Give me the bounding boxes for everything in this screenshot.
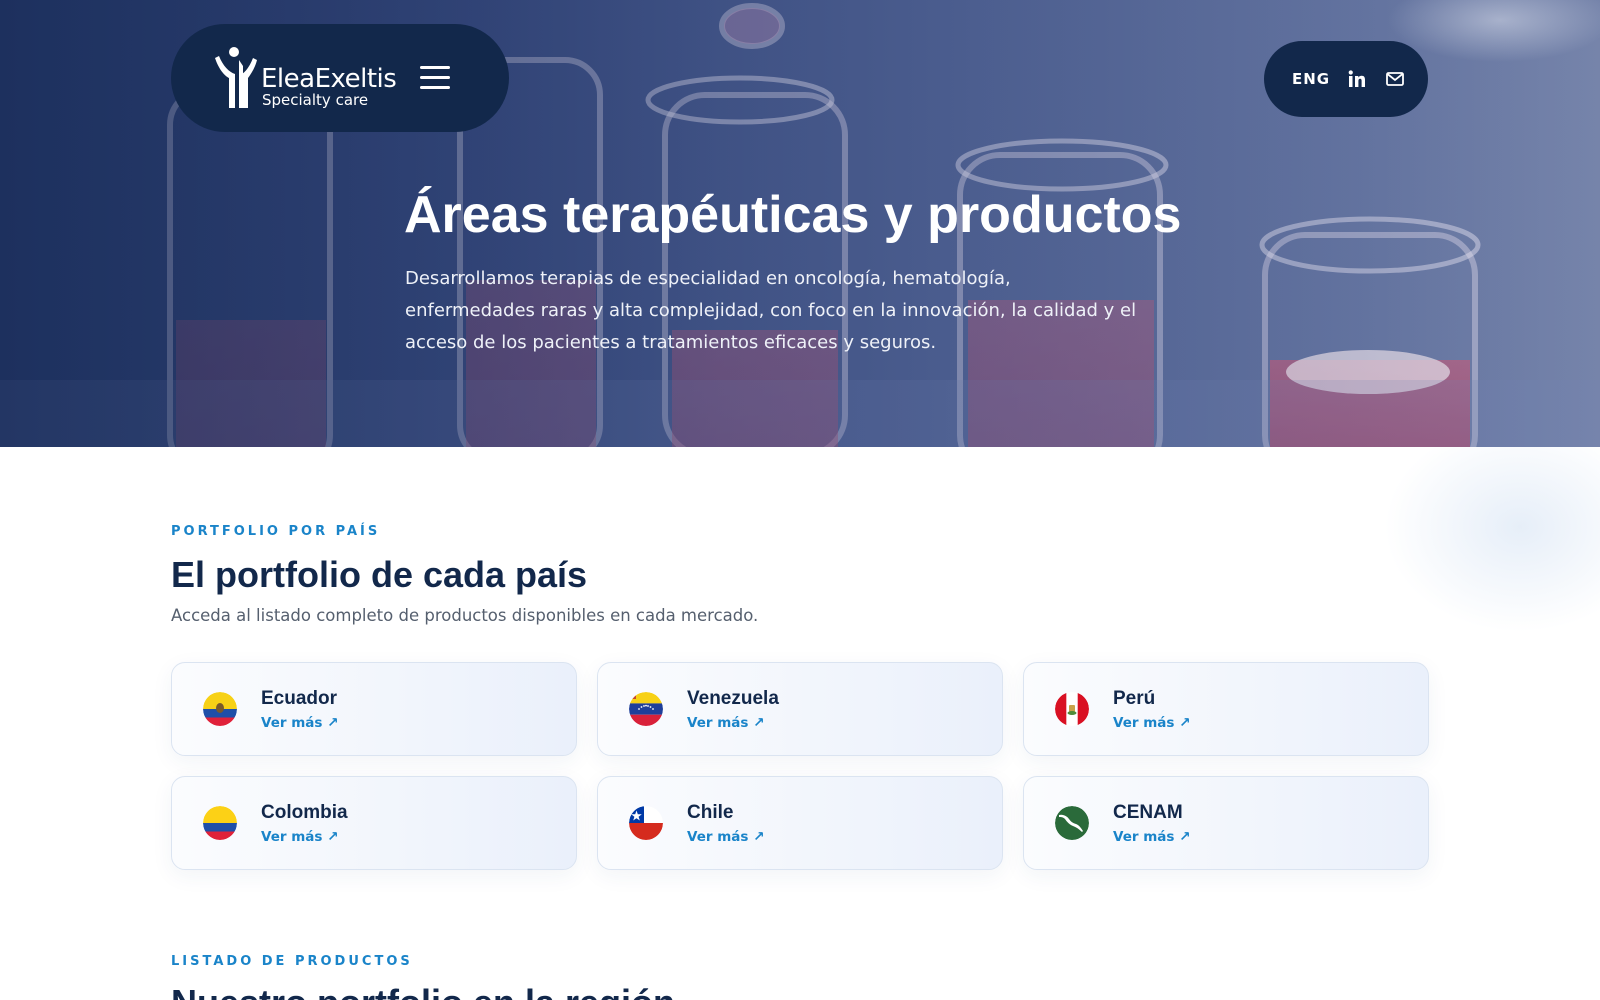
country-card-colombia[interactable]: Colombia Ver más ↗	[171, 776, 577, 870]
country-card-chile[interactable]: Chile Ver más ↗	[597, 776, 1003, 870]
country-card-grid: Ecuador Ver más ↗ Venezuela Ver más ↗ Pe…	[171, 662, 1429, 870]
hero-banner: EleaExeltis Specialty care ENG Áreas ter…	[0, 0, 1600, 447]
ver-mas-link[interactable]: Ver más ↗	[687, 829, 764, 845]
country-name: CENAM	[1113, 801, 1183, 823]
brand-subtitle: Specialty care	[262, 91, 369, 109]
utility-nav-pill: ENG	[1264, 41, 1428, 117]
ver-mas-link[interactable]: Ver más ↗	[261, 829, 348, 845]
products-section-title: Nuestro portfolio en la región	[171, 982, 675, 1000]
page-title: Áreas terapéuticas y productos	[404, 186, 1182, 244]
ver-mas-link[interactable]: Ver más ↗	[687, 715, 779, 731]
country-name: Chile	[687, 801, 734, 823]
country-name: Perú	[1113, 687, 1156, 709]
country-name: Venezuela	[687, 687, 779, 709]
venezuela-flag-icon	[629, 692, 663, 726]
country-card-cenam[interactable]: CENAM Ver más ↗	[1023, 776, 1429, 870]
ver-mas-link[interactable]: Ver más ↗	[1113, 829, 1190, 845]
brand-name: EleaExeltis	[261, 64, 397, 94]
cenam-map-icon	[1055, 806, 1089, 840]
language-switch-button[interactable]: ENG	[1292, 70, 1330, 88]
ver-mas-link[interactable]: Ver más ↗	[1113, 715, 1190, 731]
linkedin-icon[interactable]	[1348, 70, 1366, 88]
country-card-peru[interactable]: Perú Ver más ↗	[1023, 662, 1429, 756]
mail-icon[interactable]	[1386, 72, 1405, 86]
products-eyebrow: LISTADO DE PRODUCTOS	[171, 954, 413, 969]
brand-logo[interactable]: EleaExeltis Specialty care	[209, 46, 397, 110]
ecuador-flag-icon	[203, 692, 237, 726]
eleaexeltis-logo-icon	[215, 47, 257, 108]
country-card-venezuela[interactable]: Venezuela Ver más ↗	[597, 662, 1003, 756]
colombia-flag-icon	[203, 806, 237, 840]
chile-flag-icon	[629, 806, 663, 840]
portfolio-section-title: El portfolio de cada país	[171, 554, 588, 595]
country-card-ecuador[interactable]: Ecuador Ver más ↗	[171, 662, 577, 756]
country-name: Colombia	[261, 801, 348, 823]
brand-nav-pill: EleaExeltis Specialty care	[171, 24, 509, 132]
ver-mas-link[interactable]: Ver más ↗	[261, 715, 338, 731]
hero-description: Desarrollamos terapias de especialidad e…	[405, 268, 1137, 353]
country-name: Ecuador	[261, 687, 338, 709]
peru-flag-icon	[1055, 692, 1089, 726]
portfolio-eyebrow: PORTFOLIO POR PAÍS	[171, 524, 381, 539]
hamburger-menu-icon[interactable]	[420, 66, 450, 90]
portfolio-section-subtitle: Acceda al listado completo de productos …	[171, 606, 759, 625]
